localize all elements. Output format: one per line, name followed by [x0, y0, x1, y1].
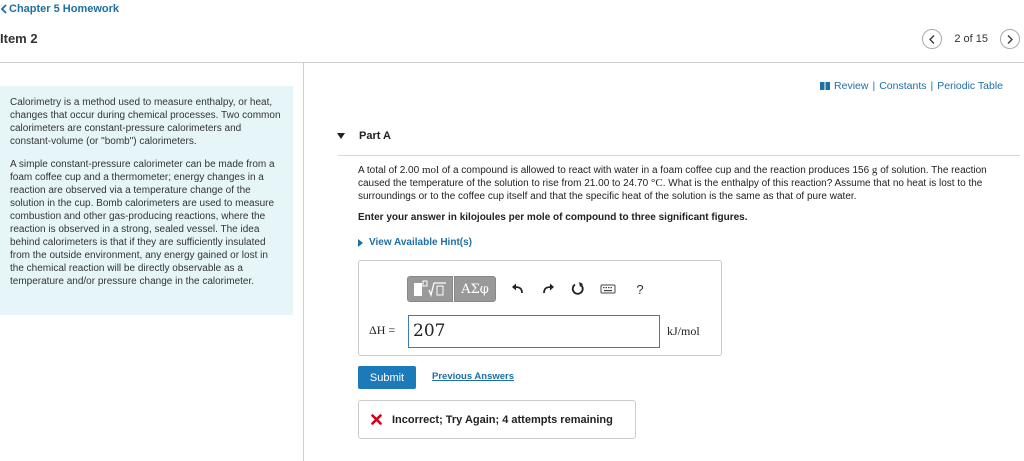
answer-input[interactable]: 207 — [408, 315, 660, 348]
book-icon — [820, 82, 831, 90]
feedback-text: Incorrect; Try Again; 4 attempts remaini… — [392, 413, 613, 426]
constants-link[interactable]: Constants — [879, 80, 926, 92]
collapse-triangle-icon — [337, 133, 345, 139]
previous-answers-link[interactable]: Previous Answers — [432, 371, 514, 382]
templates-icon — [414, 280, 446, 298]
x-mark-icon — [371, 414, 382, 425]
view-hints-link[interactable]: View Available Hint(s) — [358, 237, 472, 248]
hints-label: View Available Hint(s) — [369, 237, 472, 248]
question-text: A total of 2.00 mol of a compound is all… — [358, 164, 1016, 203]
redo-icon — [543, 283, 554, 294]
previous-item-button[interactable] — [922, 29, 943, 49]
panel-divider — [303, 63, 304, 461]
part-label: Part A — [359, 130, 391, 142]
link-separator: | — [872, 80, 876, 92]
pager: 2 of 15 — [922, 29, 1020, 49]
next-item-button[interactable] — [1000, 29, 1020, 49]
feedback-box: Incorrect; Try Again; 4 attempts remaini… — [358, 400, 636, 439]
reset-icon — [571, 282, 584, 295]
chevron-left-icon — [929, 34, 935, 44]
header-divider — [0, 62, 1024, 63]
undo-icon — [512, 283, 523, 294]
intro-paragraph: Calorimetry is a method used to measure … — [10, 97, 281, 147]
unit-celsius: °C — [650, 177, 663, 189]
periodic-table-link[interactable]: Periodic Table — [937, 80, 1003, 92]
answer-instruction: Enter your answer in kilojoules per mole… — [358, 212, 748, 223]
pager-count: 2 of 15 — [954, 33, 988, 45]
intro-panel: Calorimetry is a method used to measure … — [0, 86, 293, 315]
delta-h-label: ΔH = — [369, 323, 396, 337]
answer-box: ΑΣφ ? ΔH = 207 kJ/mol — [358, 260, 722, 356]
templates-button[interactable] — [407, 276, 453, 302]
part-a-toggle[interactable]: Part A — [337, 130, 391, 142]
item-title: Item 2 — [0, 31, 38, 46]
back-label: Chapter 5 Homework — [9, 3, 120, 15]
reset-button[interactable] — [570, 281, 586, 297]
resource-links: Review | Constants | Periodic Table — [820, 80, 1003, 92]
chevron-right-icon — [1007, 34, 1013, 44]
redo-button[interactable] — [540, 281, 556, 297]
keyboard-button[interactable] — [600, 281, 616, 297]
review-link[interactable]: Review — [834, 80, 868, 92]
chevron-left-icon — [0, 4, 7, 14]
greek-symbols-button[interactable]: ΑΣφ — [454, 276, 496, 302]
question-fragment: A total of 2.00 — [358, 165, 422, 176]
help-button[interactable]: ? — [632, 281, 648, 297]
question-fragment: of a compound is allowed to react with w… — [439, 165, 872, 176]
answer-unit: kJ/mol — [667, 324, 700, 338]
unit-mol: mol — [421, 164, 440, 176]
back-to-chapter-link[interactable]: Chapter 5 Homework — [0, 3, 119, 15]
submit-button[interactable]: Submit — [358, 366, 416, 389]
intro-paragraph: A simple constant-pressure calorimeter c… — [10, 159, 275, 287]
undo-button[interactable] — [510, 281, 526, 297]
math-toolbar: ΑΣφ ? — [407, 275, 648, 303]
link-separator: | — [930, 80, 934, 92]
keyboard-icon — [600, 284, 616, 294]
part-divider — [338, 155, 1020, 156]
expand-triangle-icon — [358, 238, 363, 247]
